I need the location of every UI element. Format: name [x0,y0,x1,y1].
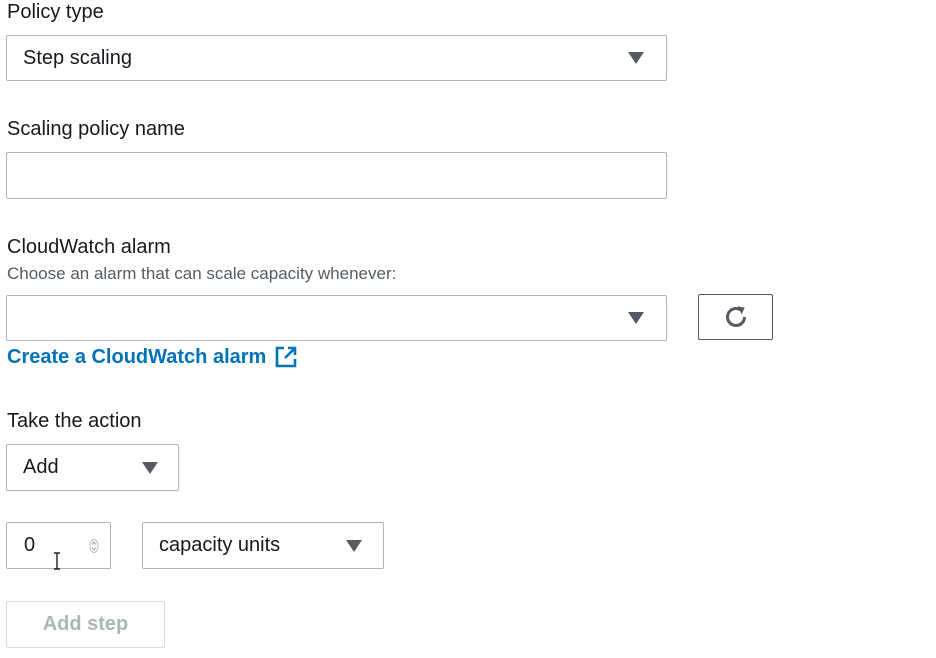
cloudwatch-alarm-label: CloudWatch alarm [7,236,171,258]
policy-name-label: Scaling policy name [7,118,185,140]
action-type-select[interactable]: Add [6,444,179,491]
spinner-arrows-icon[interactable] [89,538,99,554]
action-type-selected-value: Add [23,456,59,478]
capacity-unit-selected-value: capacity units [159,534,281,556]
cloudwatch-alarm-select[interactable] [6,295,667,341]
create-cloudwatch-alarm-link[interactable]: Create a CloudWatch alarm [7,345,298,369]
chevron-down-icon [142,461,158,474]
chevron-down-icon [628,312,644,324]
text-cursor-icon [52,552,62,570]
add-step-button[interactable]: Add step [6,601,165,648]
chevron-down-icon [628,52,644,64]
refresh-icon [722,303,750,331]
create-cloudwatch-alarm-link-text: Create a CloudWatch alarm [7,345,267,368]
external-link-icon [274,345,298,369]
chevron-down-icon [346,539,362,552]
policy-type-select[interactable]: Step scaling [6,35,667,81]
refresh-alarms-button[interactable] [698,294,773,340]
policy-name-input[interactable] [6,152,667,199]
take-action-label: Take the action [7,410,142,432]
cloudwatch-alarm-description: Choose an alarm that can scale capacity … [7,264,397,283]
capacity-unit-select[interactable]: capacity units [142,522,384,569]
policy-type-selected-value: Step scaling [23,46,132,69]
capacity-amount-value: 0 [24,534,36,556]
policy-type-label: Policy type [7,1,104,23]
add-step-button-label: Add step [42,613,129,635]
